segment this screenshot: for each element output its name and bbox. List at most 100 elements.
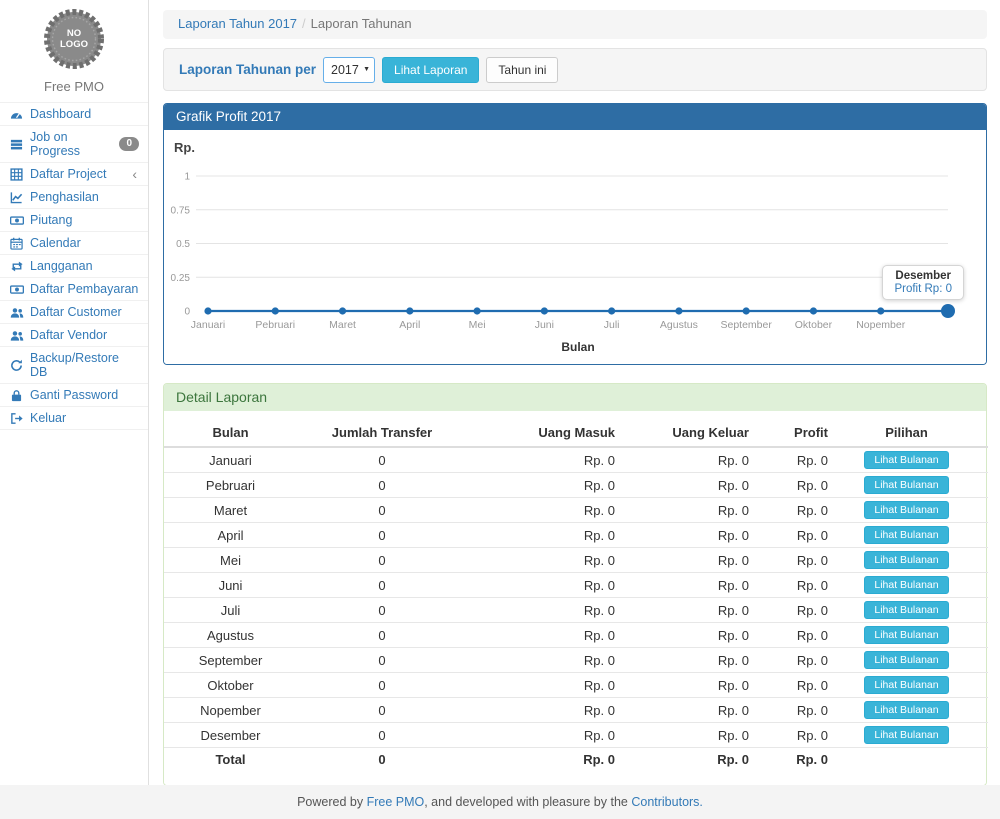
cell-uang_masuk: Rp. 0	[467, 498, 630, 523]
sidebar-item-label: Daftar Customer	[30, 305, 122, 319]
cell-uang_masuk: Rp. 0	[467, 473, 630, 498]
sidebar-item-label: Backup/Restore DB	[30, 351, 139, 379]
lihat-bulanan-button[interactable]: Lihat Bulanan	[864, 651, 948, 669]
sidebar-item-label: Piutang	[30, 213, 72, 227]
sidebar-item-daftar-vendor[interactable]: Daftar Vendor	[0, 324, 148, 347]
tahun-ini-button[interactable]: Tahun ini	[486, 57, 558, 83]
svg-text:1: 1	[184, 172, 190, 183]
cell-profit: Rp. 0	[764, 498, 843, 523]
lihat-bulanan-button[interactable]: Lihat Bulanan	[864, 501, 948, 519]
sidebar-item-keluar[interactable]: Keluar	[0, 407, 148, 430]
sidebar-item-daftar-project[interactable]: Daftar Project‹	[0, 163, 148, 186]
report-filter-bar: Laporan Tahunan per 2017 ▼ Lihat Laporan…	[163, 48, 987, 91]
retweet-icon	[9, 260, 24, 273]
cell-uang_keluar: Rp. 0	[630, 548, 764, 573]
cell-pilihan: Lihat Bulanan	[843, 648, 988, 673]
cell-bulan: Nopember	[164, 698, 297, 723]
cell-uang_masuk: Rp. 0	[467, 623, 630, 648]
sidebar-item-label: Daftar Vendor	[30, 328, 107, 342]
sidebar-item-dashboard[interactable]: Dashboard	[0, 103, 148, 126]
sidebar-item-backup-restore-db[interactable]: Backup/Restore DB	[0, 347, 148, 384]
lihat-bulanan-button[interactable]: Lihat Bulanan	[864, 701, 948, 719]
svg-text:April: April	[399, 319, 420, 331]
sidebar: NO LOGO Free PMO DashboardJob on Progres…	[0, 0, 149, 785]
cell-uang_masuk: Rp. 0	[467, 447, 630, 473]
table-row: September0Rp. 0Rp. 0Rp. 0Lihat Bulanan	[164, 648, 988, 673]
cell-pilihan: Lihat Bulanan	[843, 447, 988, 473]
cell-profit: Rp. 0	[764, 673, 843, 698]
breadcrumb-separator: /	[302, 16, 306, 31]
svg-text:Bulan: Bulan	[561, 340, 594, 354]
cell-profit: Rp. 0	[764, 473, 843, 498]
lihat-bulanan-button[interactable]: Lihat Bulanan	[864, 726, 948, 744]
footer-link-contributors[interactable]: Contributors.	[631, 795, 703, 809]
lihat-bulanan-button[interactable]: Lihat Bulanan	[864, 551, 948, 569]
cell-jumlah_transfer: 0	[297, 548, 467, 573]
lihat-laporan-button[interactable]: Lihat Laporan	[382, 57, 479, 83]
filter-label: Laporan Tahunan per	[179, 62, 316, 77]
tasks-icon	[9, 138, 24, 151]
column-header-pilihan: Pilihan	[843, 419, 988, 447]
cell-profit: Rp. 0	[764, 447, 843, 473]
sidebar-item-penghasilan[interactable]: Penghasilan	[0, 186, 148, 209]
cell-profit: Rp. 0	[764, 623, 843, 648]
year-select[interactable]: 2017	[323, 57, 375, 83]
footer-text-middle: , and developed with pleasure by the	[424, 795, 628, 809]
sidebar-item-job-on-progress[interactable]: Job on Progress0	[0, 126, 148, 163]
cell-bulan: Januari	[164, 447, 297, 473]
detail-panel-title: Detail Laporan	[164, 384, 986, 411]
lihat-bulanan-button[interactable]: Lihat Bulanan	[864, 676, 948, 694]
sidebar-item-calendar[interactable]: Calendar	[0, 232, 148, 255]
breadcrumb: Laporan Tahun 2017/Laporan Tahunan	[163, 10, 987, 39]
cell-uang_keluar: Rp. 0	[630, 673, 764, 698]
cell-profit: Rp. 0	[764, 723, 843, 748]
cell-uang_masuk: Rp. 0	[467, 598, 630, 623]
cell-pilihan: Lihat Bulanan	[843, 623, 988, 648]
brand-name: Free PMO	[0, 79, 148, 94]
sidebar-item-piutang[interactable]: Piutang	[0, 209, 148, 232]
sidebar-item-label: Penghasilan	[30, 190, 99, 204]
lihat-bulanan-button[interactable]: Lihat Bulanan	[864, 451, 948, 469]
cell-profit: Rp. 0	[764, 698, 843, 723]
column-header-uang-masuk: Uang Masuk	[467, 419, 630, 447]
lihat-bulanan-button[interactable]: Lihat Bulanan	[864, 476, 948, 494]
lihat-bulanan-button[interactable]: Lihat Bulanan	[864, 576, 948, 594]
footer-link-free-pmo[interactable]: Free PMO	[367, 795, 425, 809]
table-row: Oktober0Rp. 0Rp. 0Rp. 0Lihat Bulanan	[164, 673, 988, 698]
svg-text:Maret: Maret	[329, 319, 356, 331]
chart-panel-body: Rp.10.750.50.250JanuariPebruariMaretApri…	[164, 130, 986, 364]
cell-jumlah_transfer: 0	[297, 447, 467, 473]
sidebar-item-label: Daftar Pembayaran	[30, 282, 138, 296]
calendar-icon	[9, 237, 24, 250]
breadcrumb-link-laporan-tahun[interactable]: Laporan Tahun 2017	[178, 16, 297, 31]
lihat-bulanan-button[interactable]: Lihat Bulanan	[864, 626, 948, 644]
svg-text:Mei: Mei	[469, 319, 486, 331]
sidebar-item-daftar-customer[interactable]: Daftar Customer	[0, 301, 148, 324]
cell-uang_keluar: Rp. 0	[630, 648, 764, 673]
table-total-row: Total0Rp. 0Rp. 0Rp. 0	[164, 748, 988, 772]
table-row: Juli0Rp. 0Rp. 0Rp. 0Lihat Bulanan	[164, 598, 988, 623]
cell-profit: Rp. 0	[764, 548, 843, 573]
svg-text:Pebruari: Pebruari	[255, 319, 295, 331]
table-row: Maret0Rp. 0Rp. 0Rp. 0Lihat Bulanan	[164, 498, 988, 523]
sidebar-item-daftar-pembayaran[interactable]: Daftar Pembayaran	[0, 278, 148, 301]
cell-uang_masuk: Rp. 0	[467, 548, 630, 573]
lihat-bulanan-button[interactable]: Lihat Bulanan	[864, 526, 948, 544]
cell-jumlah_transfer: 0	[297, 698, 467, 723]
profit-line-chart: Rp.10.750.50.250JanuariPebruariMaretApri…	[164, 130, 986, 364]
column-header-profit: Profit	[764, 419, 843, 447]
lihat-bulanan-button[interactable]: Lihat Bulanan	[864, 601, 948, 619]
table-row: Mei0Rp. 0Rp. 0Rp. 0Lihat Bulanan	[164, 548, 988, 573]
count-badge: 0	[119, 137, 139, 151]
svg-text:0: 0	[184, 307, 190, 318]
dashboard-icon	[9, 108, 24, 121]
cell-bulan: Total	[164, 748, 297, 772]
cell-jumlah_transfer: 0	[297, 473, 467, 498]
sidebar-item-ganti-password[interactable]: Ganti Password	[0, 384, 148, 407]
sidebar-item-langganan[interactable]: Langganan	[0, 255, 148, 278]
cell-bulan: April	[164, 523, 297, 548]
cell-bulan: Desember	[164, 723, 297, 748]
cell-jumlah_transfer: 0	[297, 748, 467, 772]
cell-pilihan: Lihat Bulanan	[843, 723, 988, 748]
svg-text:Agustus: Agustus	[660, 319, 698, 331]
